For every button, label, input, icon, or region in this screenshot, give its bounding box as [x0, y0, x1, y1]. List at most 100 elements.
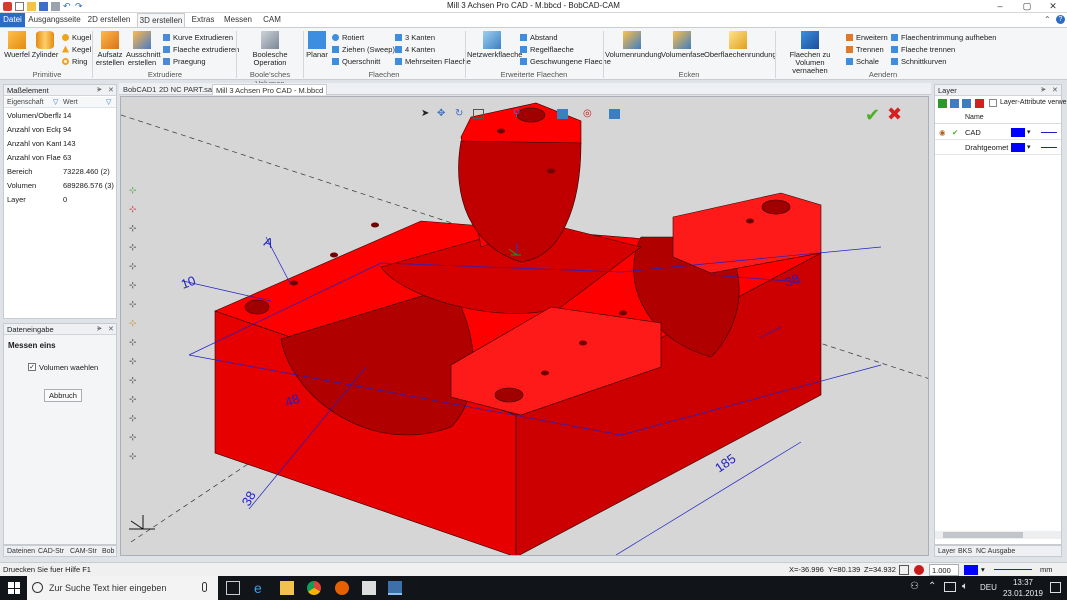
zoom-window-icon[interactable]	[473, 109, 484, 119]
schnittkurven-button[interactable]: Schnittkurven	[891, 56, 946, 66]
querschnitt-button[interactable]: Querschnitt	[332, 56, 380, 66]
rotiert-button[interactable]: Rotiert	[332, 32, 364, 42]
3d-viewport[interactable]: A 10 48 38 185 38 ⊹ ⊹ ⊹ ⊹ ⊹ ⊹ ⊹ ⊹ ⊹ ⊹ ⊹ …	[120, 96, 929, 556]
snap-grid-icon[interactable]: ⊹	[129, 337, 139, 347]
bobcad-taskbar-icon[interactable]	[388, 581, 402, 595]
abbruch-button[interactable]: Abbruch	[44, 389, 82, 402]
layer-color-swatch[interactable]	[1011, 143, 1025, 152]
flaechen-zu-volumen-button[interactable]: Flaechen zu Volumen vernaehen	[777, 31, 843, 75]
notification-icon[interactable]	[1050, 582, 1061, 593]
regelflaeche-button[interactable]: Regelflaeche	[520, 44, 574, 54]
clock-date[interactable]: 23.01.2019	[1000, 589, 1046, 598]
wuerfel-button[interactable]: Wuerfel	[3, 31, 31, 59]
mail-icon[interactable]	[362, 581, 376, 595]
help-icon[interactable]: ?	[1056, 15, 1065, 24]
view-cube-icon[interactable]	[557, 109, 568, 119]
volumen-waehlen-checkbox[interactable]: ✓	[28, 363, 36, 371]
snap-free-icon[interactable]: ⊹	[129, 375, 139, 385]
edge-icon[interactable]: e	[254, 581, 268, 595]
delete-layer-icon[interactable]	[975, 99, 984, 108]
volume-icon[interactable]: 🔈︎	[962, 581, 968, 592]
layer-row[interactable]: ◉ ✔ CAD ▾	[935, 125, 1061, 140]
planar-button[interactable]: Planar	[306, 31, 328, 59]
snap-surface-icon[interactable]: ⊹	[129, 432, 139, 442]
tray-chevron-icon[interactable]: ⌃	[928, 581, 936, 592]
shading-icon[interactable]	[609, 109, 620, 119]
property-row[interactable]: Volumen/Oberfla 14	[4, 109, 116, 123]
tab-nc-ausgabe[interactable]: NC Ausgabe	[975, 546, 1016, 557]
scroll-thumb[interactable]	[943, 532, 1023, 538]
volumenrundung-button[interactable]: Volumenrundung	[605, 31, 662, 59]
drei-kanten-button[interactable]: 3 Kanten	[395, 32, 435, 42]
col-name[interactable]: Name	[965, 112, 984, 124]
layer-row[interactable]: Drahtgeomet ▾	[935, 140, 1061, 155]
flaeche-trennen-button[interactable]: Flaeche trennen	[891, 44, 955, 54]
property-row[interactable]: Anzahl von Flaecl 63	[4, 151, 116, 165]
cad-part[interactable]	[214, 102, 823, 556]
tab-cam-struktur[interactable]: CAM-Str	[69, 546, 98, 557]
layer-color-dropdown-icon[interactable]: ▾	[1027, 140, 1031, 155]
schale-button[interactable]: Schale	[846, 56, 879, 66]
accept-checkmark-icon[interactable]: ✔	[865, 105, 880, 126]
snap-toggle-icon[interactable]	[899, 565, 909, 575]
cancel-x-icon[interactable]: ✖	[887, 104, 902, 125]
task-view-icon[interactable]	[226, 581, 240, 595]
oberflaechenrundung-button[interactable]: Oberflaechenrundung	[704, 31, 777, 59]
doc-tab-bobcad1[interactable]: BobCAD1	[120, 84, 159, 95]
maximize-button[interactable]: ▢	[1014, 0, 1040, 13]
tab-cad-struktur[interactable]: CAD-Str	[37, 546, 65, 557]
tab-ausgangsseite[interactable]: Ausgangsseite	[28, 13, 81, 27]
tab-layer[interactable]: Layer	[937, 546, 957, 557]
network-icon[interactable]	[944, 582, 956, 592]
boolesche-operation-button[interactable]: Boolesche Operation	[243, 31, 297, 67]
clock-time[interactable]: 13:37	[1008, 578, 1038, 587]
visibility-icon[interactable]: ◉	[939, 125, 946, 140]
tab-bks[interactable]: BKS	[957, 546, 973, 557]
active-layer-checkmark-icon[interactable]: ✔	[952, 125, 958, 140]
snap-midpoint-icon[interactable]: ⊹	[129, 204, 139, 214]
filter-icon[interactable]: ▽	[53, 97, 58, 108]
snap-quadrant-icon[interactable]: ⊹	[129, 242, 139, 252]
property-row[interactable]: Layer 0	[4, 193, 116, 207]
panel-close-icon[interactable]: ✕	[1052, 85, 1058, 96]
snap-tangent-icon[interactable]: ⊹	[129, 299, 139, 309]
panel-close-icon[interactable]: ✕	[108, 324, 114, 335]
color-dropdown-icon[interactable]: ▾	[981, 563, 985, 577]
pan-icon[interactable]: ✥	[437, 108, 445, 119]
viewport-canvas[interactable]: A 10 48 38 185 38	[121, 97, 929, 556]
snap-offset-icon[interactable]: ⊹	[129, 451, 139, 461]
pin-icon[interactable]: ᗙ	[1041, 85, 1046, 96]
property-row[interactable]: Volumen 689286.576 (3)	[4, 179, 116, 193]
tab-messen[interactable]: Messen	[223, 13, 253, 27]
aufsatz-erstellen-button[interactable]: Aufsatz erstellen	[95, 31, 125, 67]
snap-perpendicular-icon[interactable]: ⊹	[129, 280, 139, 290]
layer-linestyle[interactable]	[1041, 147, 1057, 148]
mehrseiten-flaeche-button[interactable]: Mehrseiten Flaeche	[395, 56, 471, 66]
kugel-button[interactable]: Kugel	[62, 32, 91, 42]
col-value[interactable]: Wert	[63, 97, 78, 108]
select-arrow-icon[interactable]: ➤	[421, 108, 429, 119]
col-property[interactable]: Eigenschaft	[7, 97, 44, 108]
snap-plane-icon[interactable]: ⊹	[129, 413, 139, 423]
snap-vertex-icon[interactable]: ⊹	[129, 394, 139, 404]
property-row[interactable]: Anzahl von Eckpu94	[4, 123, 116, 137]
people-icon[interactable]: ⚇	[910, 581, 919, 592]
color-picker[interactable]	[964, 565, 978, 575]
pin-icon[interactable]: ᗙ	[97, 324, 102, 335]
snap-center-icon[interactable]: ⊹	[129, 223, 139, 233]
layer-linestyle[interactable]	[1041, 132, 1057, 133]
ausschnitt-erstellen-button[interactable]: Ausschnitt erstellen	[126, 31, 161, 67]
snap-intersection-icon[interactable]: ⊹	[129, 261, 139, 271]
flaechentrimmung-aufheben-button[interactable]: Flaechentrimmung aufheben	[891, 32, 996, 42]
move-up-icon[interactable]	[950, 99, 959, 108]
move-down-icon[interactable]	[962, 99, 971, 108]
zoom-icon[interactable]: ⚲	[513, 108, 520, 119]
file-explorer-icon[interactable]	[280, 581, 294, 595]
minimize-button[interactable]: –	[987, 0, 1013, 13]
line-style-dropdown[interactable]	[994, 569, 1032, 570]
layer-color-dropdown-icon[interactable]: ▾	[1027, 125, 1031, 140]
windows-start-icon[interactable]	[8, 582, 20, 594]
zylinder-button[interactable]: Zylinder	[31, 31, 59, 59]
status-settings-icon[interactable]	[914, 565, 924, 575]
panel-close-icon[interactable]: ✕	[108, 85, 114, 96]
